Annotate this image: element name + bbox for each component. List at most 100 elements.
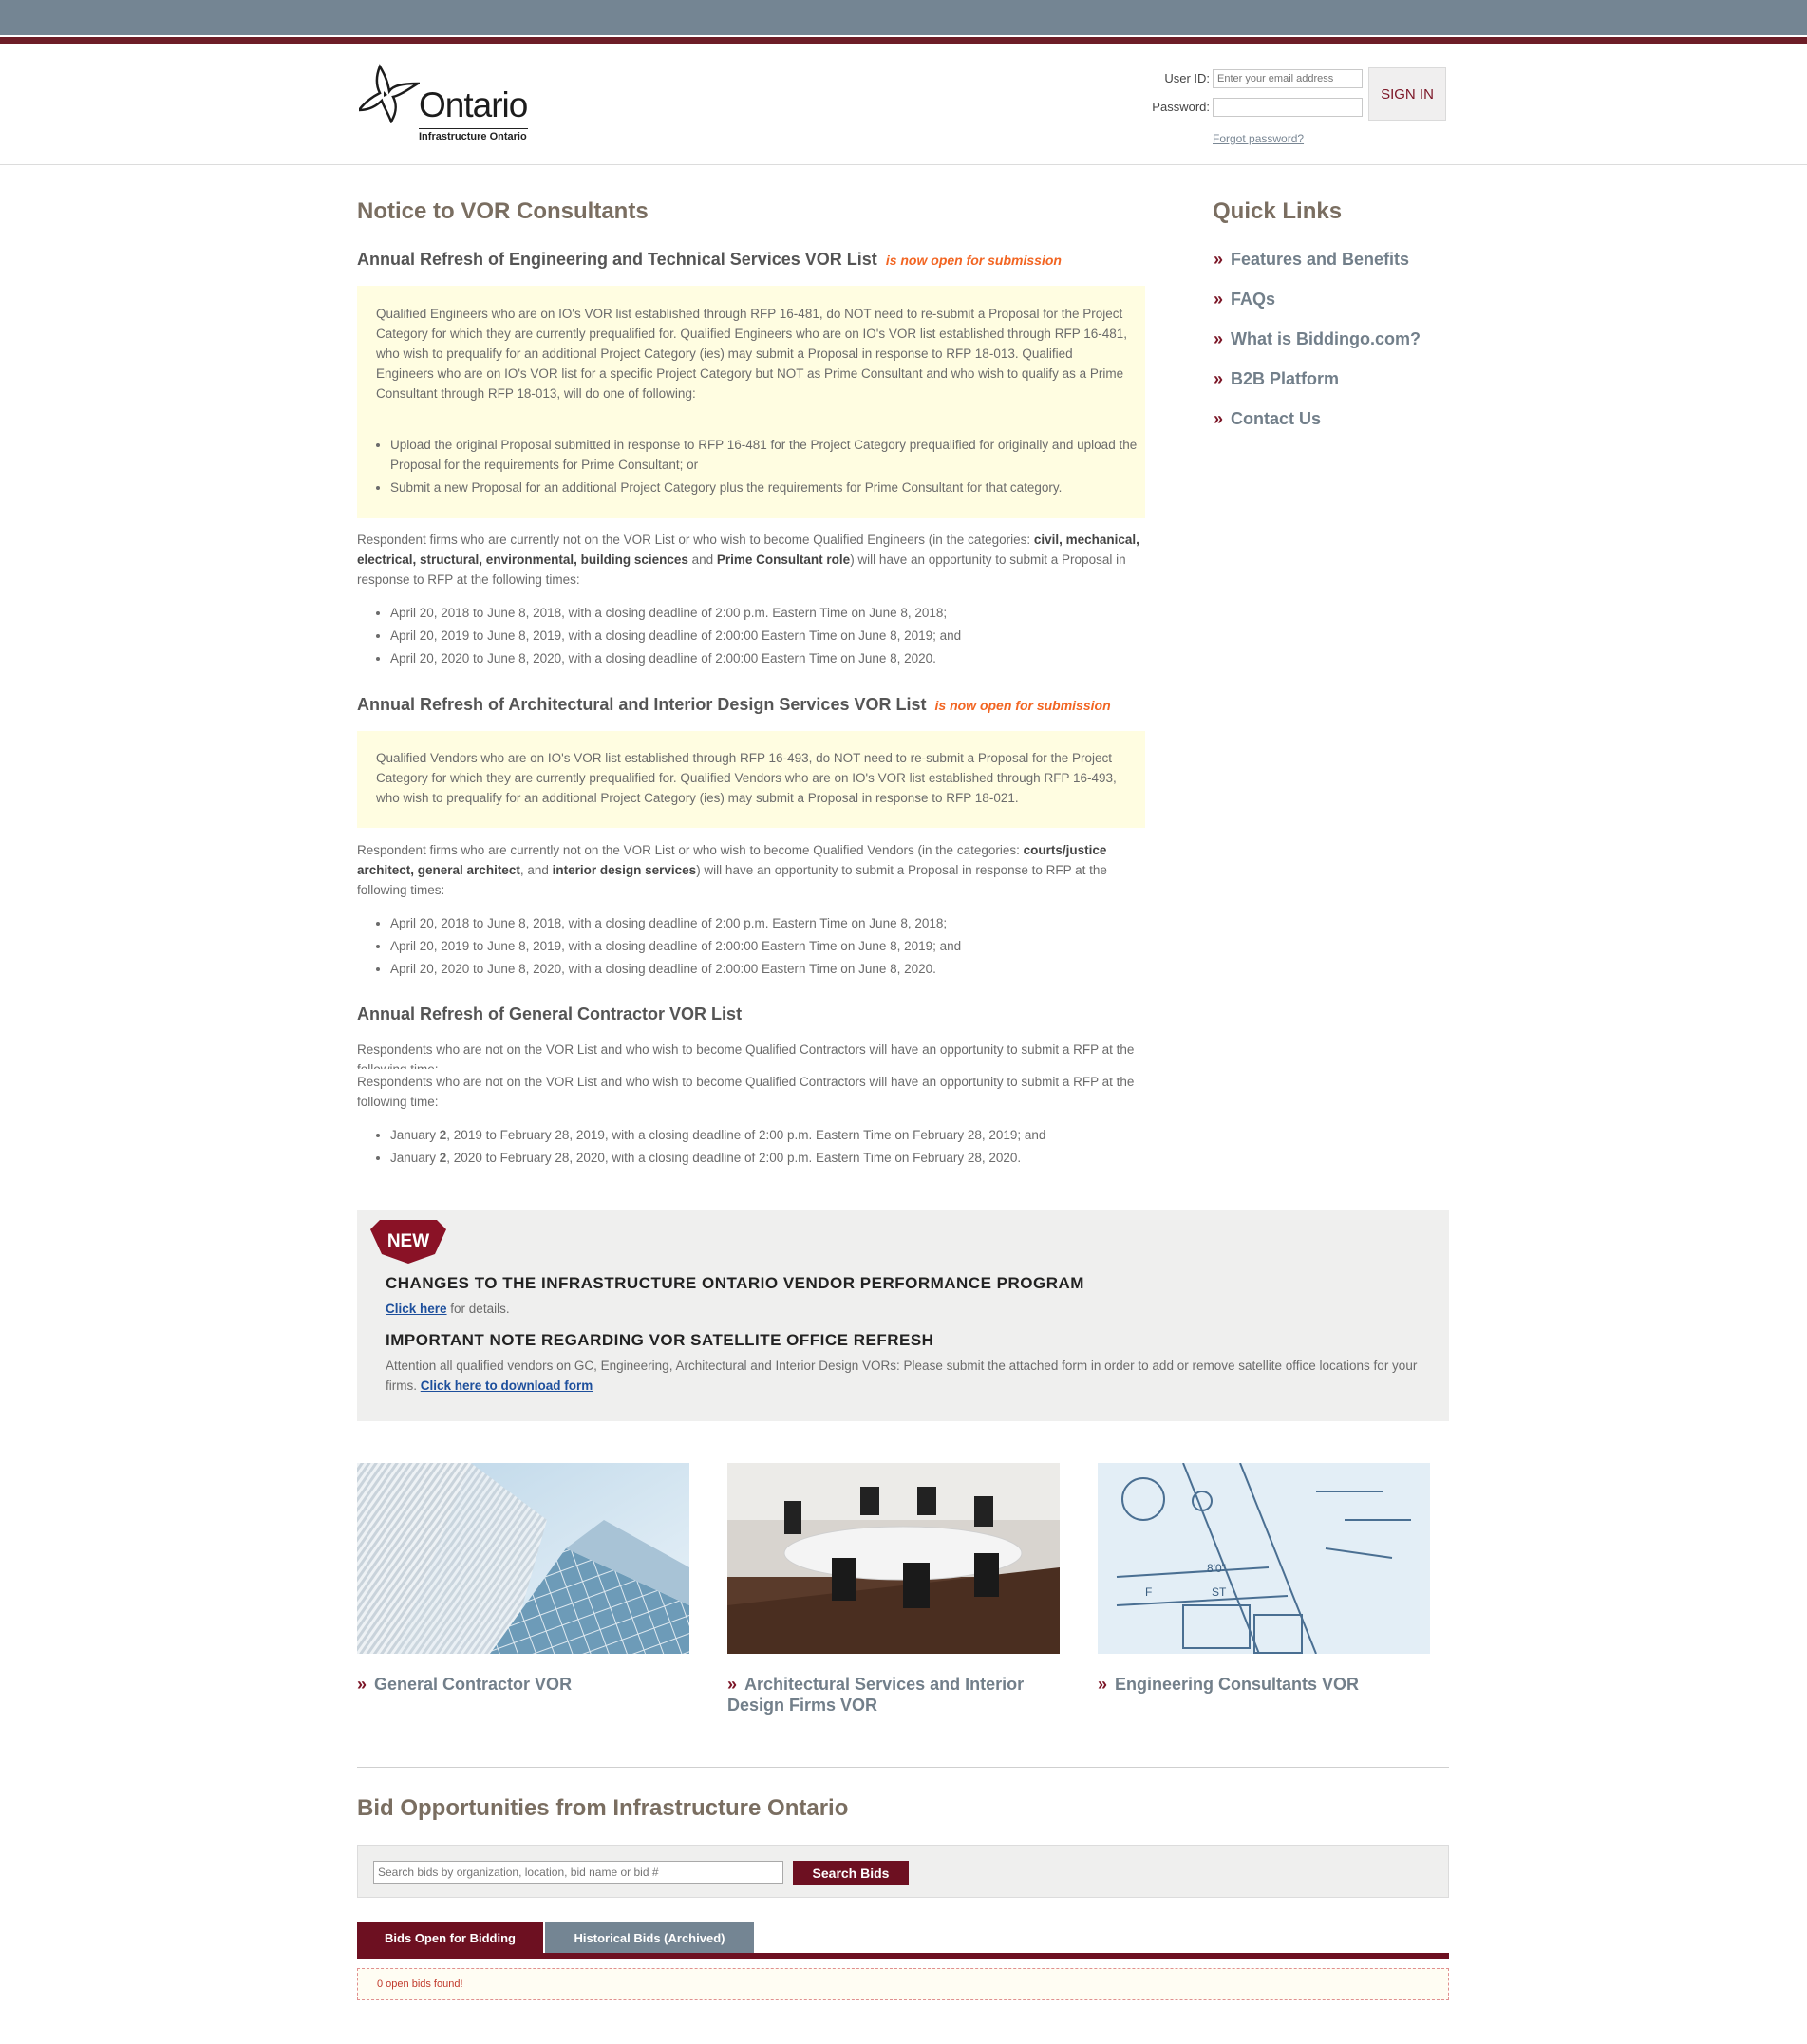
new-badge-icon: NEW — [370, 1220, 446, 1264]
respondents-text: Respondent firms who are currently not o… — [357, 840, 1145, 900]
quick-link-biddingo[interactable]: » What is Biddingo.com? — [1214, 329, 1421, 349]
search-panel: Search Bids — [357, 1845, 1449, 1898]
section-title: Annual Refresh of General Contractor VOR… — [357, 1004, 743, 1023]
link-label: General Contractor VOR — [374, 1675, 573, 1694]
link-label: Engineering Consultants VOR — [1115, 1675, 1360, 1694]
section-heading-engineering: Annual Refresh of Engineering and Techni… — [357, 250, 1062, 270]
open-badge: is now open for submission — [885, 253, 1062, 268]
architectural-vor-link[interactable]: » Architectural Services and Interior Des… — [727, 1674, 1050, 1716]
open-badge: is now open for submission — [934, 698, 1111, 713]
text-span: for details. — [446, 1302, 510, 1316]
password-label: Password: — [1152, 100, 1210, 114]
tab-open-bids[interactable]: Bids Open for Bidding — [357, 1922, 543, 1953]
search-bids-button[interactable]: Search Bids — [793, 1861, 909, 1885]
list-item: April 20, 2019 to June 8, 2019, with a c… — [390, 935, 1178, 958]
blueprint-illustration: 8'0" F ST — [1098, 1463, 1430, 1654]
list-item: April 20, 2018 to June 8, 2018, with a c… — [390, 602, 1178, 625]
download-form-link[interactable]: Click here to download form — [421, 1378, 593, 1393]
announcement-panel: NEW CHANGES TO THE INFRASTRUCTURE ONTARI… — [357, 1210, 1449, 1421]
link-label: Features and Benefits — [1231, 250, 1410, 269]
announcement-heading-1: CHANGES TO THE INFRASTRUCTURE ONTARIO VE… — [386, 1274, 1084, 1292]
date-list: January 2, 2019 to February 28, 2019, wi… — [357, 1124, 1178, 1170]
glass-building-illustration — [357, 1463, 689, 1654]
results-message-box: 0 open bids found! — [357, 1968, 1449, 2000]
chevron-right-icon: » — [1214, 409, 1224, 428]
quick-link-contact[interactable]: » Contact Us — [1214, 409, 1321, 429]
list-item: April 20, 2020 to June 8, 2020, with a c… — [390, 647, 1178, 670]
note-bullets: Upload the original Proposal submitted i… — [357, 435, 1145, 497]
list-item: April 20, 2020 to June 8, 2020, with a c… — [390, 958, 1178, 981]
announcement-text-2: Attention all qualified vendors on GC, E… — [386, 1356, 1421, 1396]
architectural-note: Qualified Vendors who are on IO's VOR li… — [357, 731, 1145, 828]
chevron-right-icon: » — [1214, 329, 1224, 348]
bids-title: Bid Opportunities from Infrastructure On… — [357, 1795, 849, 1821]
respondents-text: Respondent firms who are currently not o… — [357, 530, 1145, 590]
role-bold: Prime Consultant role — [716, 553, 851, 567]
blueprint-label: F — [1145, 1585, 1152, 1599]
link-label: FAQs — [1231, 290, 1276, 309]
logo-wordmark: Ontario — [419, 85, 528, 124]
note-text: Qualified Vendors who are on IO's VOR li… — [376, 751, 1117, 805]
link-label: Architectural Services and Interior Desi… — [727, 1675, 1025, 1715]
chevron-right-icon: » — [727, 1675, 738, 1694]
logo-subtitle: Infrastructure Ontario — [419, 131, 527, 142]
list-item: January 2, 2019 to February 28, 2019, wi… — [390, 1124, 1178, 1147]
logo-rule — [419, 128, 528, 129]
bid-search-input[interactable] — [373, 1861, 783, 1884]
chevron-right-icon: » — [357, 1675, 367, 1694]
categories-bold: interior design services — [552, 863, 697, 877]
results-message: 0 open bids found! — [377, 1978, 463, 1990]
link-label: What is Biddingo.com? — [1231, 329, 1421, 348]
text-span: Respondent firms who are currently not o… — [357, 843, 1024, 857]
text-span: January — [390, 1128, 440, 1142]
engineering-vor-link[interactable]: » Engineering Consultants VOR — [1098, 1674, 1430, 1695]
chevron-right-icon: » — [1214, 250, 1224, 269]
list-item: January 2, 2020 to February 28, 2020, wi… — [390, 1147, 1178, 1170]
section-title: Annual Refresh of Architectural and Inte… — [357, 695, 927, 714]
link-label: B2B Platform — [1231, 369, 1340, 388]
forgot-password-link[interactable]: Forgot password? — [1213, 132, 1304, 145]
list-item: April 20, 2018 to June 8, 2018, with a c… — [390, 912, 1178, 935]
user-id-input[interactable] — [1213, 69, 1363, 88]
engineering-note: Qualified Engineers who are on IO's VOR … — [357, 286, 1145, 518]
date-list: April 20, 2018 to June 8, 2018, with a c… — [357, 602, 1178, 670]
tab-historical-bids[interactable]: Historical Bids (Archived) — [545, 1922, 754, 1953]
text-span: January — [390, 1151, 440, 1165]
text-span: , 2020 to February 28, 2020, with a clos… — [446, 1151, 1022, 1165]
chevron-right-icon: » — [1214, 290, 1224, 309]
chevron-right-icon: » — [1098, 1675, 1108, 1694]
password-input[interactable] — [1213, 98, 1363, 117]
list-item: Submit a new Proposal for an additional … — [390, 478, 1145, 497]
announcement-heading-2: IMPORTANT NOTE REGARDING VOR SATELLITE O… — [386, 1331, 934, 1349]
text-span: , and — [519, 863, 553, 877]
section-heading-architectural: Annual Refresh of Architectural and Inte… — [357, 695, 1111, 715]
link-label: Contact Us — [1231, 409, 1322, 428]
ontario-logo[interactable]: Ontario Infrastructure Ontario — [359, 63, 549, 148]
blueprint-label: 8'0" — [1207, 1562, 1226, 1575]
quick-link-b2b[interactable]: » B2B Platform — [1214, 369, 1339, 389]
announcement-text-1: Click here for details. — [386, 1299, 1421, 1319]
section-divider — [357, 1767, 1449, 1768]
text-span: , 2019 to February 28, 2019, with a clos… — [446, 1128, 1046, 1142]
text-span: and — [687, 553, 717, 567]
general-contractor-vor-link[interactable]: » General Contractor VOR — [357, 1674, 689, 1695]
boardroom-image[interactable] — [727, 1463, 1060, 1654]
glass-building-image[interactable] — [357, 1463, 689, 1654]
page-title: Notice to VOR Consultants — [357, 198, 649, 224]
tab-underline — [357, 1953, 1449, 1959]
user-id-label: User ID: — [1164, 71, 1210, 85]
trillium-icon — [359, 64, 420, 123]
click-here-link[interactable]: Click here — [386, 1302, 447, 1316]
header-divider — [0, 164, 1807, 165]
quick-link-features[interactable]: » Features and Benefits — [1214, 250, 1409, 270]
list-item: April 20, 2019 to June 8, 2019, with a c… — [390, 625, 1178, 647]
sign-in-button[interactable]: SIGN IN — [1368, 67, 1446, 121]
quick-links-title: Quick Links — [1213, 198, 1343, 224]
top-bar — [0, 0, 1807, 35]
blueprint-image[interactable]: 8'0" F ST — [1098, 1463, 1430, 1654]
respondents-text-clipped: Respondents who are not on the VOR List … — [357, 1042, 1135, 1069]
date-list: April 20, 2018 to June 8, 2018, with a c… — [357, 912, 1178, 981]
respondents-text: Respondents who are not on the VOR List … — [357, 1075, 1135, 1109]
quick-link-faqs[interactable]: » FAQs — [1214, 290, 1275, 309]
blueprint-label: ST — [1212, 1585, 1227, 1599]
